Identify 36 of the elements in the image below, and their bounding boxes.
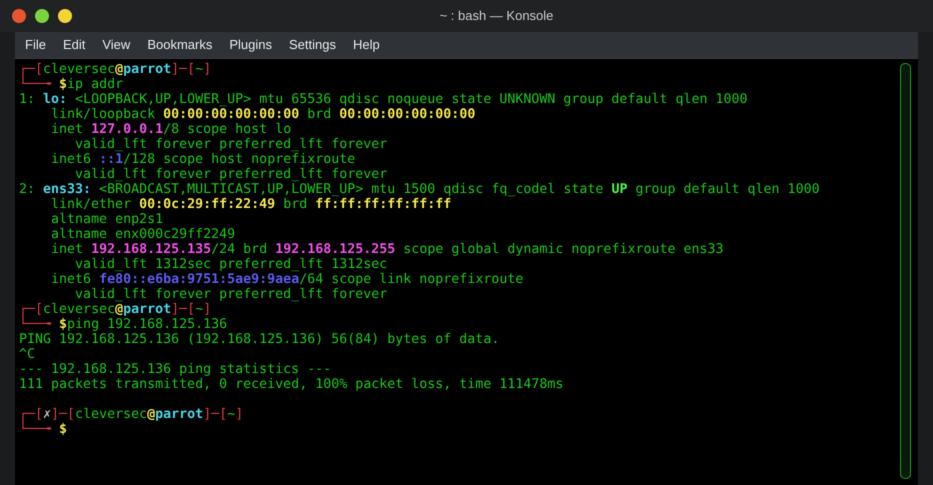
terminal-line: 1: lo: <LOOPBACK,UP,LOWER_UP> mtu 65536 qdisc noqueue state UNKNOWN group default qlen 1000 [19,92,748,107]
terminal-line: inet 192.168.125.135/24 brd 192.168.125.255 scope global dynamic noprefixroute ens33 [50,242,724,257]
terminal-line: valid_lft 1312sec preferred_lft 1312sec [74,257,388,272]
terminal-line: inet 127.0.0.1/8 scope host lo [50,122,292,137]
menu-item[interactable]: Bookmarks [139,32,220,58]
menu-item[interactable]: Edit [54,32,94,58]
terminal-line: 111 packets transmitted, 0 received, 100% packet loss, time 111478ms [19,377,564,392]
menu-item[interactable]: Help [344,32,388,58]
terminal-line: ┌─[cleversec@parrot]─[~] [19,302,212,317]
terminal-line: valid_lft forever preferred_lft forever [74,167,388,182]
terminal-line: └──╼ $ping 192.168.125.136 [19,317,228,332]
terminal-line: valid_lft forever preferred_lft forever [74,137,388,152]
terminal-line: altname enx000c29ff2249 [50,227,236,242]
menu-item[interactable]: View [94,32,138,58]
terminal-line: --- 192.168.125.136 ping statistics --- [19,362,332,377]
window-title: ~ : bash — Konsole [440,7,554,26]
terminal-line: inet6 fe80::e6ba:9751:5ae9:9aea/64 scope link noprefixroute [50,272,524,287]
menu-item[interactable]: Plugins [221,32,280,58]
minimize-button[interactable] [58,9,72,23]
menu-item[interactable]: Settings [280,32,344,58]
terminal-line: PING 192.168.125.136 (192.168.125.136) 56(84) bytes of data. [19,332,500,347]
scrollbar-handle[interactable] [900,63,910,479]
maximize-button[interactable] [35,9,49,23]
terminal-line: └──╼ $ [19,422,68,437]
terminal-line: altname enp2s1 [50,212,164,227]
terminal-line: └──╼ $ip addr [19,77,124,92]
terminal-line: ^C [19,347,36,362]
terminal-line: ┌─[cleversec@parrot]─[~] [19,62,212,77]
terminal-line: valid_lft forever preferred_lft forever [74,287,388,302]
terminal-line: link/ether 00:0c:29:ff:22:49 brd ff:ff:ff:ff:ff:ff [50,197,452,212]
terminal-line: ┌─[✗]─[cleversec@parrot]─[~] [19,407,244,422]
terminal-line: 2: ens33: <BROADCAST,MULTICAST,UP,LOWER_UP> mtu 1500 qdisc fq_codel state UP group default qlen 1000 [19,182,820,197]
close-button[interactable] [12,9,26,23]
terminal-line: inet6 ::1/128 scope host noprefixroute [50,152,356,167]
terminal-line: link/loopback 00:00:00:00:00:00 brd 00:00:00:00:00:00 [50,107,476,122]
menu-item[interactable]: File [17,32,54,58]
